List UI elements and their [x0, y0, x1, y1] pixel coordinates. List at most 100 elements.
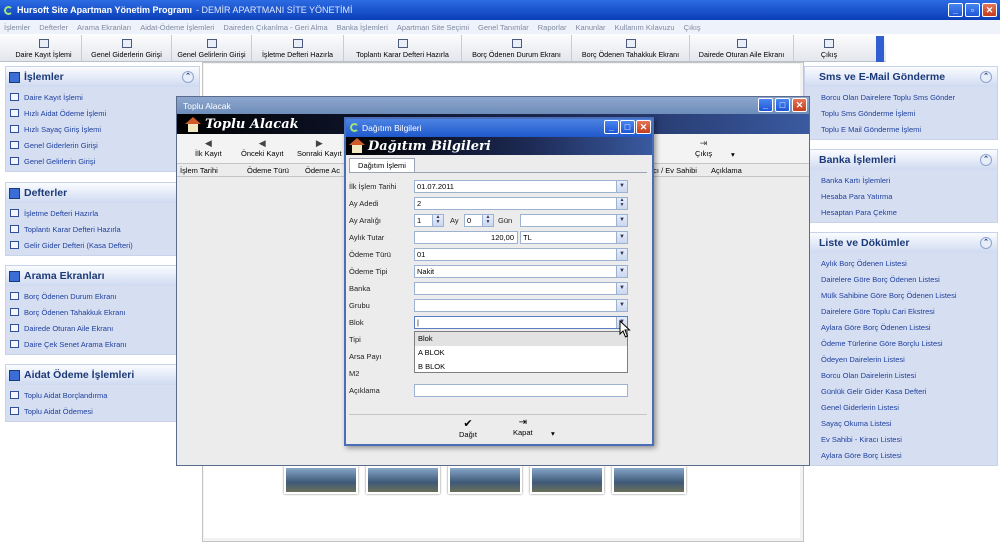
chevron-down-icon[interactable]: ▼ — [616, 232, 627, 243]
chevron-down-icon[interactable]: ▼ — [616, 266, 627, 277]
nav-borcu-olan-sms[interactable]: Borcu Olan Dairelere Toplu Sms Gönder — [805, 89, 997, 105]
spin-arrows-icon[interactable]: ▲ ▼ — [432, 215, 443, 226]
close-button[interactable]: ✕ — [636, 120, 651, 134]
group-header[interactable]: Sms ve E-Mail Gönderme ⌃ — [805, 67, 997, 87]
nav-liste-item[interactable]: Günlük Gelir Gider Kasa Defteri — [805, 383, 997, 399]
nav-hizli-aidat[interactable]: Hızlı Aidat Ödeme İşlemi — [6, 105, 199, 121]
column-header[interactable]: Ödeme Türü — [247, 166, 289, 175]
collapse-icon[interactable]: ⌃ — [980, 71, 992, 83]
collapse-icon[interactable]: ⌃ — [980, 237, 992, 249]
group-header[interactable]: Liste ve Dökümler ⌃ — [805, 233, 997, 253]
nav-dairede-oturan-aile[interactable]: Dairede Oturan Aile Ekranı — [6, 320, 199, 336]
odeme-turu-select[interactable]: 01 ▼ — [414, 248, 628, 261]
next-record-button[interactable]: ▶ Sonraki Kayıt — [297, 138, 342, 158]
ay-adedi-field[interactable]: 2 ▲ ▼ — [414, 197, 628, 210]
toolbar-isletme-defteri-button[interactable]: İşletme Defteri Hazırla — [252, 35, 344, 61]
nav-liste-item[interactable]: Ödeyen Dairelerin Listesi — [805, 351, 997, 367]
toplu-exit-button[interactable]: ⇥ Çıkış — [695, 138, 712, 158]
menu-islemler[interactable]: İşlemler — [4, 23, 30, 32]
nav-banka-karti[interactable]: Banka Kartı İşlemleri — [805, 172, 997, 188]
chevron-down-icon[interactable]: ▼ — [616, 215, 627, 226]
nav-hesaba-para-yatirma[interactable]: Hesaba Para Yatırma — [805, 188, 997, 204]
dropdown-option[interactable]: Blok — [415, 332, 627, 346]
menu-arama-ekranlari[interactable]: Arama Ekranları — [77, 23, 131, 32]
toolbar-toplanti-karar-button[interactable]: Toplantı Karar Defteri Hazırla — [344, 35, 462, 61]
chevron-down-icon[interactable]: ▼ — [616, 283, 627, 294]
grubu-select[interactable]: ▼ — [414, 299, 628, 312]
nav-liste-item[interactable]: Aylara Göre Borç Listesi — [805, 447, 997, 463]
menu-raporlar[interactable]: Raporlar — [538, 23, 567, 32]
dagit-button[interactable]: ✔ Dağıt — [459, 417, 477, 439]
group-header[interactable]: Banka İşlemleri ⌃ — [805, 150, 997, 170]
menu-daireden-cikarilma[interactable]: Daireden Çıkarılma - Geri Alma — [223, 23, 327, 32]
nav-liste-item[interactable]: Mülk Sahibine Göre Borç Ödenen Listesi — [805, 287, 997, 303]
nav-daire-cek-senet[interactable]: Daire Çek Senet Arama Ekranı — [6, 336, 199, 352]
toolbar-dairede-oturan-aile-button[interactable]: Dairede Oturan Aile Ekranı — [690, 35, 794, 61]
odeme-tipi-select[interactable]: Nakit ▼ — [414, 265, 628, 278]
minimize-button[interactable]: _ — [604, 120, 619, 134]
menu-cikis[interactable]: Çıkış — [684, 23, 701, 32]
chevron-down-icon[interactable]: ▼ — [616, 181, 627, 192]
menu-kanunlar[interactable]: Kanunlar — [576, 23, 606, 32]
nav-hesaptan-para-cekme[interactable]: Hesaptan Para Çekme — [805, 204, 997, 220]
nav-liste-item[interactable]: Borcu Olan Dairelerin Listesi — [805, 367, 997, 383]
nav-liste-item[interactable]: Aylara Göre Borç Ödenen Listesi — [805, 319, 997, 335]
nav-liste-item[interactable]: Ödeme Türlerine Göre Borçlu Listesi — [805, 335, 997, 351]
toolbar-genel-gelirler-button[interactable]: Genel Gelirlerin Girişi — [172, 35, 252, 61]
minimize-button[interactable]: _ — [948, 3, 963, 17]
toolbar-cikis-button[interactable]: Çıkış — [794, 35, 864, 61]
toolbar-borc-odenen-durum-button[interactable]: Borç Ödenen Durum Ekranı — [462, 35, 572, 61]
nav-toplu-aidat-borclandirma[interactable]: Toplu Aidat Borçlandırma — [6, 387, 199, 403]
blok-select[interactable]: | ▼ — [414, 316, 628, 329]
collapse-icon[interactable]: ⌃ — [182, 71, 194, 83]
tab-dagitim-islemi[interactable]: Dağıtım İşlemi — [349, 158, 415, 172]
chevron-down-icon[interactable]: ▼ — [616, 300, 627, 311]
nav-gelir-gider-defteri[interactable]: Gelir Gider Defteri (Kasa Defteri) — [6, 237, 199, 253]
nav-liste-item[interactable]: Dairelere Göre Toplu Cari Ekstresi — [805, 303, 997, 319]
nav-genel-giderler[interactable]: Genel Giderlerin Girişi — [6, 137, 199, 153]
spin-arrows-icon[interactable]: ▲ ▼ — [616, 198, 627, 209]
chevron-down-icon[interactable]: ▼ — [616, 249, 627, 260]
first-record-button[interactable]: ◀ İlk Kayıt — [195, 138, 222, 158]
banka-select[interactable]: ▼ — [414, 282, 628, 295]
kapat-button[interactable]: ⇥ Kapat — [513, 417, 533, 437]
column-header[interactable]: İşlem Tarihi — [180, 166, 218, 175]
collapse-icon[interactable]: ⌃ — [980, 154, 992, 166]
nav-liste-item[interactable]: Ev Sahibi - Kiracı Listesi — [805, 431, 997, 447]
group-header[interactable]: Arama Ekranları — [6, 266, 199, 286]
nav-toplanti-karar[interactable]: Toplantı Karar Defteri Hazırla — [6, 221, 199, 237]
nav-daire-kayit[interactable]: Daire Kayıt İşlemi — [6, 89, 199, 105]
toolbar-daire-kayit-button[interactable]: Daire Kayıt İşlemi — [6, 35, 82, 61]
maximize-button[interactable]: □ — [775, 98, 790, 112]
column-header[interactable]: Açıklama — [711, 166, 742, 175]
minimize-button[interactable]: _ — [758, 98, 773, 112]
nav-borc-odenen-tahakkuk[interactable]: Borç Ödenen Tahakkuk Ekranı — [6, 304, 199, 320]
toolbar-borc-odenen-tahakkuk-button[interactable]: Borç Ödenen Tahakkuk Ekranı — [572, 35, 690, 61]
nav-liste-item[interactable]: Aylık Borç Ödenen Listesi — [805, 255, 997, 271]
close-button[interactable]: ✕ — [792, 98, 807, 112]
ay-field[interactable]: 0 ▲ ▼ — [464, 214, 494, 227]
close-button[interactable]: ✕ — [982, 3, 997, 17]
group-header[interactable]: Aidat Ödeme İşlemleri — [6, 365, 199, 385]
nav-genel-gelirler[interactable]: Genel Gelirlerin Girişi — [6, 153, 199, 169]
gun-select[interactable]: ▼ — [520, 214, 628, 227]
aylik-tutar-field[interactable]: 120,00 — [414, 231, 518, 244]
toolbar-overflow-button[interactable] — [876, 36, 884, 62]
nav-isletme-defteri[interactable]: İşletme Defteri Hazırla — [6, 205, 199, 221]
currency-select[interactable]: TL ▼ — [520, 231, 628, 244]
menu-apartman-site-secimi[interactable]: Apartman Site Seçimi — [397, 23, 469, 32]
nav-toplu-email[interactable]: Toplu E Mail Gönderme İşlemi — [805, 121, 997, 137]
column-header[interactable]: acı / Ev Sahibi — [649, 166, 697, 175]
nav-liste-item[interactable]: Genel Giderlerin Listesi — [805, 399, 997, 415]
ilk-islem-tarihi-field[interactable]: 01.07.2011 ▼ — [414, 180, 628, 193]
toolbar-genel-giderler-button[interactable]: Genel Giderlerin Girişi — [82, 35, 172, 61]
menu-genel-tanimlar[interactable]: Genel Tanımlar — [478, 23, 529, 32]
aciklama-field[interactable] — [414, 384, 628, 397]
nav-borc-odenen-durum[interactable]: Borç Ödenen Durum Ekranı — [6, 288, 199, 304]
restore-button[interactable]: ▫ — [965, 3, 980, 17]
nav-toplu-sms[interactable]: Toplu Sms Gönderme İşlemi — [805, 105, 997, 121]
dropdown-arrow-icon[interactable]: ▾ — [731, 150, 735, 159]
column-header[interactable]: Ödeme Ac — [305, 166, 340, 175]
nav-hizli-sayac[interactable]: Hızlı Sayaç Giriş İşlemi — [6, 121, 199, 137]
ay-araligi-field[interactable]: 1 ▲ ▼ — [414, 214, 444, 227]
